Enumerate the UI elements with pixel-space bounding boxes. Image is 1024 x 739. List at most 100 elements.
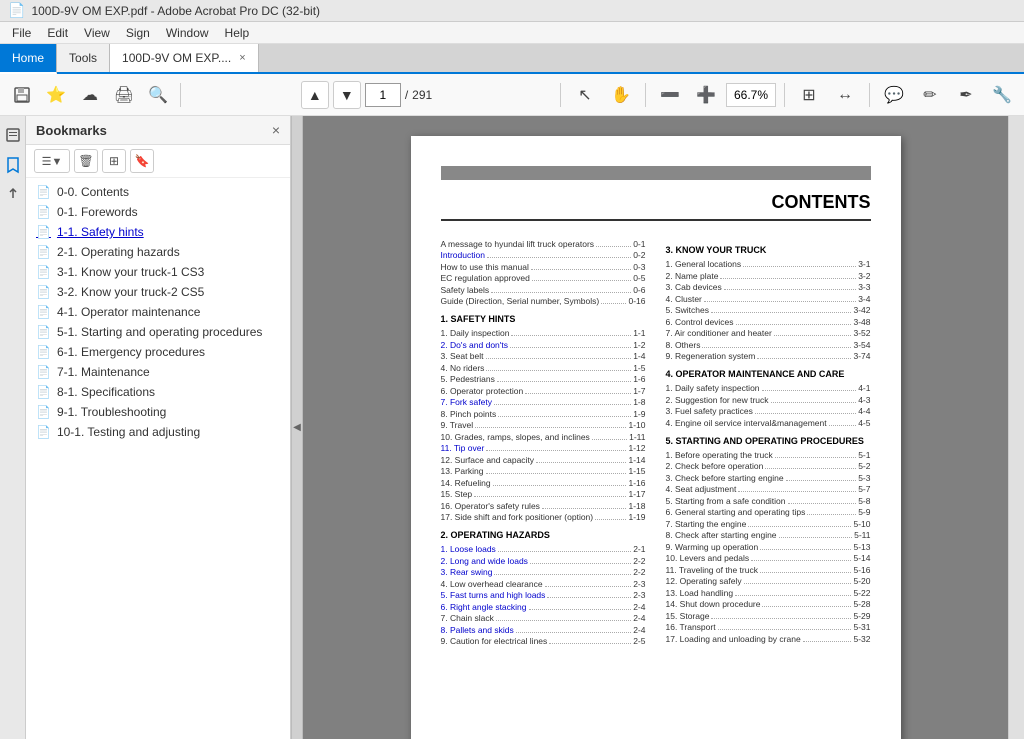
s1-item-8: 9. Travel1-10 xyxy=(441,420,646,430)
menu-view[interactable]: View xyxy=(76,24,118,42)
s4-item-0: 1. Daily safety inspection4-1 xyxy=(666,383,871,393)
bookmark-item-10-1[interactable]: 📄 10-1. Testing and adjusting xyxy=(26,422,290,442)
bookmark-label-0-0: 0-0. Contents xyxy=(57,185,129,199)
bookmark-icon-3-1: 📄 xyxy=(36,265,51,279)
fit-width-button[interactable]: ↔ xyxy=(829,79,861,111)
bookmark-label-4-1: 4-1. Operator maintenance xyxy=(57,305,200,319)
print-button[interactable]: 🖨 xyxy=(108,79,140,111)
bookmark-item-7-1[interactable]: 📄 7-1. Maintenance xyxy=(26,362,290,382)
bookmark-item-9-1[interactable]: 📄 9-1. Troubleshooting xyxy=(26,402,290,422)
bookmark-item-5-1[interactable]: 📄 5-1. Starting and operating procedures xyxy=(26,322,290,342)
menu-edit[interactable]: Edit xyxy=(39,24,76,42)
delete-bookmark-button[interactable]: 🗑 xyxy=(74,149,98,173)
toc-text-intro-4: Safety labels xyxy=(441,285,490,295)
hand-tool-button[interactable]: ✋ xyxy=(605,79,637,111)
bookmark-label-5-1: 5-1. Starting and operating procedures xyxy=(57,325,262,339)
s5-item-15: 16. Transport5-31 xyxy=(666,622,871,632)
s4-item-3: 4. Engine oil service interval&managemen… xyxy=(666,418,871,428)
s1-item-9: 10. Grades, ramps, slopes, and inclines1… xyxy=(441,432,646,442)
bookmark-item-2-1[interactable]: 📄 2-1. Operating hazards xyxy=(26,242,290,262)
bookmark-label-8-1: 8-1. Specifications xyxy=(57,385,155,399)
bookmark-item-4-1[interactable]: 📄 4-1. Operator maintenance xyxy=(26,302,290,322)
menu-help[interactable]: Help xyxy=(217,24,258,42)
bookmark-button[interactable]: ⭐ xyxy=(40,79,72,111)
toc-page-intro-3: 0-5 xyxy=(633,273,645,283)
highlight-button[interactable]: ✏ xyxy=(914,79,946,111)
page-header-bar xyxy=(441,166,871,180)
bookmark-item-3-1[interactable]: 📄 3-1. Know your truck-1 CS3 xyxy=(26,262,290,282)
bookmark-options-button[interactable]: 🔖 xyxy=(130,149,154,173)
fit-page-button[interactable]: ⊞ xyxy=(793,79,825,111)
cursor-tools: ↖ ✋ ➖ ➕ ⊞ ↔ 💬 ✏ ✒ 🔧 xyxy=(556,79,1018,111)
page-thumbnails-icon[interactable] xyxy=(2,124,24,146)
bookmark-icon-10-1: 📄 xyxy=(36,425,51,439)
s1-item-0: 1. Daily inspection1-1 xyxy=(441,328,646,338)
s1-item-12: 13. Parking1-15 xyxy=(441,466,646,476)
s2-item-8: 9. Caution for electrical lines2-5 xyxy=(441,636,646,646)
s2-item-7: 8. Pallets and skids2-4 xyxy=(441,625,646,635)
bookmark-label-0-1: 0-1. Forewords xyxy=(57,205,138,219)
menu-window[interactable]: Window xyxy=(158,24,217,42)
bookmark-item-1-1[interactable]: 📄 1-1. Safety hints xyxy=(26,222,290,242)
tab-document-label: 100D-9V OM EXP.... xyxy=(122,51,231,65)
tools-panel-button[interactable]: 🔧 xyxy=(986,79,1018,111)
expand-bookmark-button[interactable]: ⊞ xyxy=(102,149,126,173)
s5-item-6: 7. Starting the engine5-10 xyxy=(666,519,871,529)
panel-collapse-handle[interactable]: ◀ xyxy=(291,116,303,739)
toc-text-intro-2: How to use this manual xyxy=(441,262,529,272)
bookmarks-panel-icon[interactable] xyxy=(2,154,24,176)
tab-home[interactable]: Home xyxy=(0,44,57,74)
title-text: 100D-9V OM EXP.pdf - Adobe Acrobat Pro D… xyxy=(31,4,320,18)
tab-close-button[interactable]: × xyxy=(239,52,245,64)
s3-item-0: 1. General locations3-1 xyxy=(666,259,871,269)
s5-item-16: 17. Loading and unloading by crane5-32 xyxy=(666,634,871,644)
comment-button[interactable]: 💬 xyxy=(878,79,910,111)
toolbar-separator-5 xyxy=(869,83,870,107)
app-icon: 📄 xyxy=(8,2,25,19)
search-button[interactable]: 🔍 xyxy=(142,79,174,111)
expand-all-button[interactable]: ☰▼ xyxy=(34,149,70,173)
zoom-input[interactable] xyxy=(726,83,776,107)
s3-item-8: 9. Regeneration system3-74 xyxy=(666,351,871,361)
tab-tools[interactable]: Tools xyxy=(57,44,110,72)
toc-text-intro-1[interactable]: Introduction xyxy=(441,250,485,260)
s1-item-10: 11. Tip over1-12 xyxy=(441,443,646,453)
zoom-out-button[interactable]: ➖ xyxy=(654,79,686,111)
section1-header: 1. SAFETY HINTS xyxy=(441,314,646,324)
s1-item-2: 3. Seat belt1-4 xyxy=(441,351,646,361)
s3-item-3: 4. Cluster3-4 xyxy=(666,294,871,304)
toc-page-intro-0: 0-1 xyxy=(633,239,645,249)
right-scrollbar-panel xyxy=(1008,116,1024,739)
s1-item-16: 17. Side shift and fork positioner (opti… xyxy=(441,512,646,522)
s5-item-2: 3. Check before starting engine5-3 xyxy=(666,473,871,483)
pdf-page-title: CONTENTS xyxy=(441,192,871,221)
bookmark-label-3-1: 3-1. Know your truck-1 CS3 xyxy=(57,265,204,279)
next-page-button[interactable]: ▼ xyxy=(333,81,361,109)
toc-page-intro-1: 0-2 xyxy=(633,250,645,260)
tab-document[interactable]: 100D-9V OM EXP.... × xyxy=(110,44,259,72)
bookmark-item-3-2[interactable]: 📄 3-2. Know your truck-2 CS5 xyxy=(26,282,290,302)
bookmark-item-0-0[interactable]: 📄 0-0. Contents xyxy=(26,182,290,202)
bookmark-icon-8-1: 📄 xyxy=(36,385,51,399)
s1-item-14: 15. Step1-17 xyxy=(441,489,646,499)
menu-file[interactable]: File xyxy=(4,24,39,42)
prev-page-button[interactable]: ▲ xyxy=(301,81,329,109)
page-number-input[interactable] xyxy=(365,83,401,107)
select-tool-button[interactable]: ↖ xyxy=(569,79,601,111)
save-button[interactable] xyxy=(6,79,38,111)
toc-dots-intro-4 xyxy=(491,292,631,293)
bookmark-item-0-1[interactable]: 📄 0-1. Forewords xyxy=(26,202,290,222)
bookmark-item-8-1[interactable]: 📄 8-1. Specifications xyxy=(26,382,290,402)
share-button[interactable]: ☁ xyxy=(74,79,106,111)
bookmarks-close-button[interactable]: × xyxy=(272,122,280,138)
bookmark-item-6-1[interactable]: 📄 6-1. Emergency procedures xyxy=(26,342,290,362)
menu-sign[interactable]: Sign xyxy=(118,24,158,42)
toc-intro-3: EC regulation approved 0-5 xyxy=(441,273,646,283)
sign-button[interactable]: ✒ xyxy=(950,79,982,111)
zoom-in-button[interactable]: ➕ xyxy=(690,79,722,111)
section3-header: 3. KNOW YOUR TRUCK xyxy=(666,245,871,255)
s5-item-1: 2. Check before operation5-2 xyxy=(666,461,871,471)
s1-item-13: 14. Refueling1-16 xyxy=(441,478,646,488)
pdf-content-area: CONTENTS A message to hyundai lift truck… xyxy=(303,116,1008,739)
attachments-icon[interactable] xyxy=(2,184,24,206)
